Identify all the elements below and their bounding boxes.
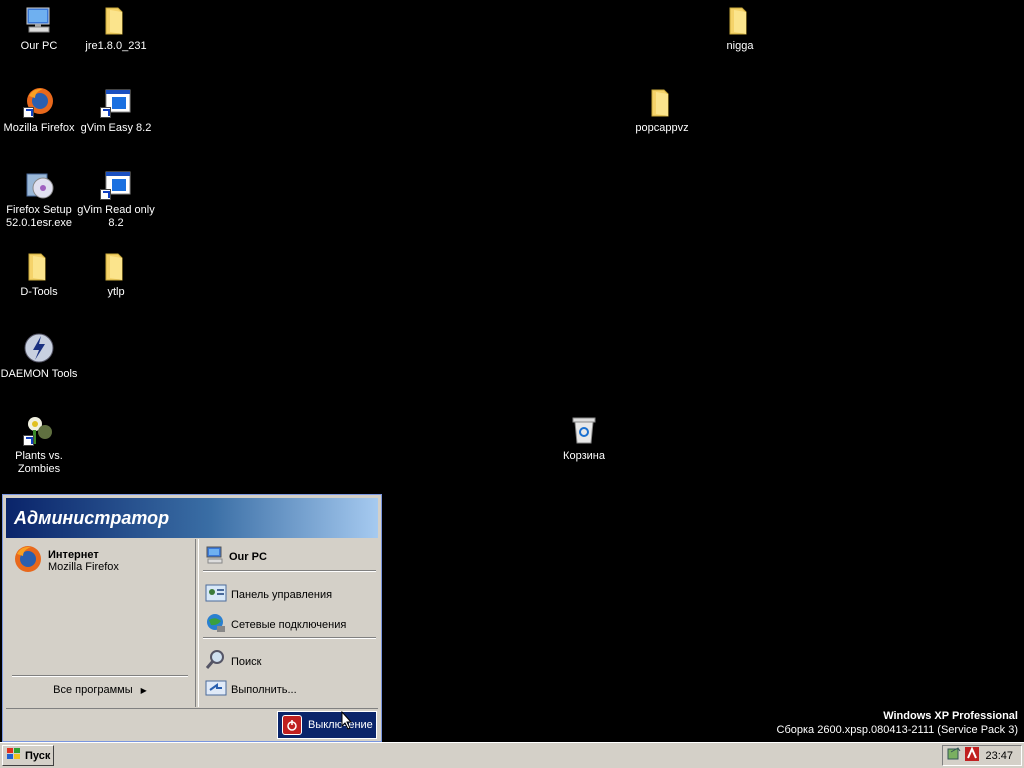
desktop-icon-label: jre1.8.0_231 bbox=[85, 40, 147, 52]
desktop-icon-ytlp[interactable]: ytlp bbox=[77, 250, 155, 299]
control-panel-icon bbox=[205, 583, 227, 606]
menu-item-search[interactable]: Поиск bbox=[205, 649, 261, 674]
pinned-item-title: Интернет bbox=[48, 548, 99, 561]
start-menu-left-pane: Интернет Mozilla Firefox Все программы ▶ bbox=[6, 539, 196, 707]
gvim-icon bbox=[100, 168, 132, 200]
firefox-icon bbox=[12, 543, 44, 578]
network-icon bbox=[205, 612, 227, 637]
folder-icon bbox=[646, 86, 678, 118]
start-menu-header: Администратор bbox=[6, 498, 378, 538]
desktop-icon-firefox-setup[interactable]: Firefox Setup 52.0.1esr.exe bbox=[0, 168, 78, 230]
shortcut-arrow-icon bbox=[100, 189, 111, 200]
desktop-icon-popcappvz[interactable]: popcappvz bbox=[623, 86, 701, 135]
tray-app-icon[interactable] bbox=[946, 746, 962, 765]
desktop-icon-d-tools[interactable]: D-Tools bbox=[0, 250, 78, 299]
desktop-icon-label: Firefox Setup 52.0.1esr.exe bbox=[5, 204, 73, 229]
desktop-icon-label: DAEMON Tools bbox=[0, 368, 78, 380]
installer-icon bbox=[23, 168, 55, 200]
desktop-icon-label: D-Tools bbox=[20, 286, 58, 298]
menu-item-label: Our PC bbox=[229, 550, 267, 563]
os-watermark: Windows XP Professional Сборка 2600.xpsp… bbox=[777, 709, 1018, 737]
desktop-icon-our-pc[interactable]: Our PC bbox=[0, 4, 78, 53]
desktop-icon-plants-vs-zombies[interactable]: Plants vs. Zombies bbox=[0, 414, 78, 476]
tray-clock[interactable]: 23:47 bbox=[985, 750, 1013, 762]
shortcut-arrow-icon bbox=[100, 107, 111, 118]
user-name: Администратор bbox=[14, 507, 170, 528]
start-button[interactable]: Пуск bbox=[2, 745, 54, 766]
desktop-icon-label: Our PC bbox=[20, 40, 58, 52]
desktop-icon-jre[interactable]: jre1.8.0_231 bbox=[77, 4, 155, 53]
folder-icon bbox=[23, 250, 55, 282]
desktop-icon-label: Mozilla Firefox bbox=[3, 122, 75, 134]
run-icon bbox=[205, 678, 227, 701]
desktop-icon-label: ytlp bbox=[107, 286, 125, 298]
folder-icon bbox=[100, 250, 132, 282]
plants-vs-zombies-icon bbox=[23, 414, 55, 446]
triangle-right-icon: ▶ bbox=[140, 686, 147, 695]
desktop-icon-label: gVim Read only 8.2 bbox=[77, 204, 155, 229]
menu-item-network-connections[interactable]: Сетевые подключения bbox=[205, 612, 346, 637]
all-programs-button[interactable]: Все программы ▶ bbox=[12, 675, 188, 696]
gvim-icon bbox=[100, 86, 132, 118]
desktop-icon-nigga[interactable]: nigga bbox=[701, 4, 779, 53]
computer-icon bbox=[205, 545, 225, 568]
menu-item-label: Сетевые подключения bbox=[231, 618, 347, 631]
desktop-icon-label: gVim Easy 8.2 bbox=[80, 122, 152, 134]
menu-separator bbox=[203, 637, 376, 639]
start-menu-footer: Выключение bbox=[6, 708, 378, 739]
mouse-cursor-icon bbox=[341, 710, 353, 733]
os-edition: Windows XP Professional bbox=[883, 710, 1018, 722]
system-tray: 23:47 bbox=[942, 745, 1022, 766]
menu-item-label: Выполнить... bbox=[231, 683, 297, 696]
folder-icon bbox=[100, 4, 132, 36]
menu-item-control-panel[interactable]: Панель управления bbox=[205, 583, 332, 606]
recycle-bin-icon bbox=[568, 414, 600, 446]
desktop-icon-daemon-tools[interactable]: DAEMON Tools bbox=[0, 332, 78, 381]
start-label: Пуск bbox=[25, 749, 51, 762]
desktop-icon-firefox[interactable]: Mozilla Firefox bbox=[0, 86, 78, 135]
shortcut-arrow-icon bbox=[23, 107, 34, 118]
firefox-icon bbox=[23, 86, 55, 118]
computer-icon bbox=[23, 4, 55, 36]
pinned-internet-item[interactable]: Интернет Mozilla Firefox bbox=[12, 543, 119, 578]
desktop-icon-gvim-easy[interactable]: gVim Easy 8.2 bbox=[77, 86, 155, 135]
all-programs-label: Все программы bbox=[53, 684, 133, 696]
taskbar: Пуск 23:47 bbox=[0, 742, 1024, 768]
menu-separator bbox=[203, 570, 376, 572]
menu-item-run[interactable]: Выполнить... bbox=[205, 678, 297, 701]
desktop-icon-gvim-readonly[interactable]: gVim Read only 8.2 bbox=[77, 168, 155, 230]
desktop-icon-label: Plants vs. Zombies bbox=[15, 450, 63, 475]
menu-item-our-pc[interactable]: Our PC bbox=[205, 545, 267, 568]
desktop-icon-recycle-bin[interactable]: Корзина bbox=[545, 414, 623, 463]
tray-security-icon[interactable] bbox=[964, 746, 980, 765]
desktop-icon-label: nigga bbox=[726, 40, 754, 52]
windows-logo-icon bbox=[6, 747, 22, 764]
power-icon bbox=[282, 715, 302, 735]
folder-icon bbox=[724, 4, 756, 36]
menu-item-label: Поиск bbox=[231, 655, 262, 668]
pinned-item-subtitle: Mozilla Firefox bbox=[48, 560, 119, 573]
os-build: Сборка 2600.xpsp.080413-2111 (Service Pa… bbox=[776, 724, 1018, 736]
shortcut-arrow-icon bbox=[23, 435, 34, 446]
shutdown-button[interactable]: Выключение bbox=[277, 711, 377, 739]
start-menu: Администратор Интернет Mozilla Firefox В… bbox=[2, 494, 382, 742]
search-icon bbox=[205, 649, 227, 674]
menu-item-label: Панель управления bbox=[231, 588, 333, 601]
desktop-icon-label: popcappvz bbox=[635, 122, 689, 134]
start-menu-right-pane: Our PC Панель управления Сетевые подключ… bbox=[198, 539, 378, 707]
desktop-icon-label: Корзина bbox=[563, 450, 605, 462]
daemon-tools-icon bbox=[23, 332, 55, 364]
